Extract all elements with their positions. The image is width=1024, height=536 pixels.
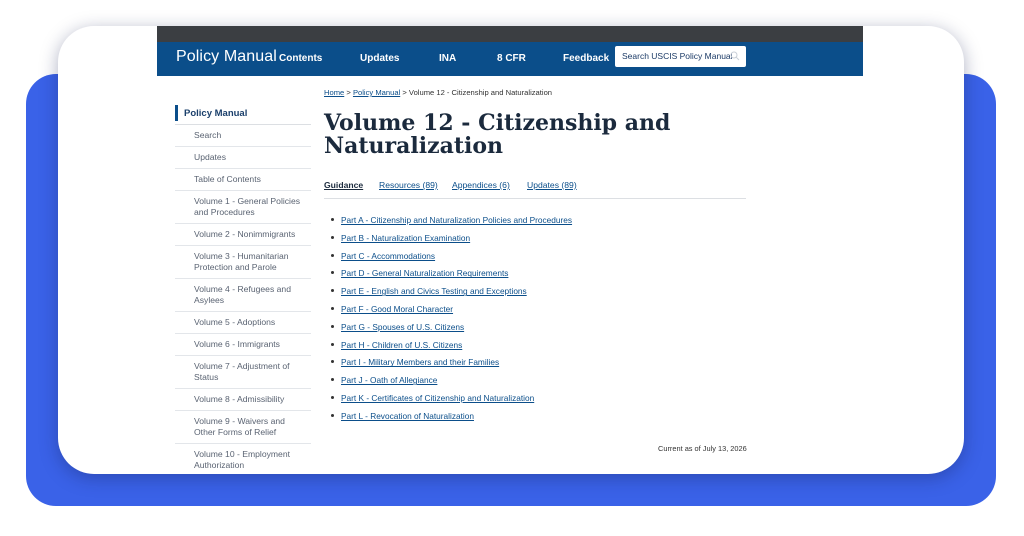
top-navigation: Policy Manual Contents Updates INA 8 CFR… (157, 42, 863, 76)
parts-list: Part A - Citizenship and Naturalization … (324, 215, 746, 429)
sidebar-item-volume-9[interactable]: Volume 9 - Waivers and Other Forms of Re… (175, 411, 311, 444)
part-link[interactable]: Part C - Accommodations (341, 251, 435, 261)
sidebar-item-volume-2[interactable]: Volume 2 - Nonimmigrants (175, 224, 311, 246)
bullet (331, 271, 334, 275)
content-tabs: Guidance Resources (89) Appendices (6) U… (324, 180, 746, 199)
nav-contents[interactable]: Contents (279, 53, 322, 64)
list-item: Part C - Accommodations (324, 251, 746, 269)
bullet (331, 360, 334, 364)
bullet (331, 218, 334, 221)
nav-ina[interactable]: INA (439, 53, 456, 64)
list-item: Part D - General Naturalization Requirem… (324, 268, 746, 286)
list-item: Part K - Certificates of Citizenship and… (324, 393, 746, 411)
breadcrumb-separator: > (402, 88, 407, 97)
bullet (331, 324, 334, 328)
sidebar-item-search[interactable]: Search (175, 125, 311, 147)
sidebar-item-volume-10[interactable]: Volume 10 - Employment Authorization (175, 444, 311, 474)
sidebar: Policy Manual Search Updates Table of Co… (175, 102, 311, 474)
current-as-of: Current as of July 13, 2026 (658, 444, 747, 453)
sidebar-item-volume-3[interactable]: Volume 3 - Humanitarian Protection and P… (175, 246, 311, 279)
nav-8cfr[interactable]: 8 CFR (497, 53, 526, 64)
bullet (331, 306, 334, 310)
list-item: Part F - Good Moral Character (324, 304, 746, 322)
part-link[interactable]: Part I - Military Members and their Fami… (341, 357, 499, 367)
sidebar-item-volume-6[interactable]: Volume 6 - Immigrants (175, 334, 311, 356)
part-link[interactable]: Part D - General Naturalization Requirem… (341, 268, 508, 278)
list-item: Part A - Citizenship and Naturalization … (324, 215, 746, 233)
search-placeholder: Search USCIS Policy Manual (622, 51, 733, 61)
part-link[interactable]: Part G - Spouses of U.S. Citizens (341, 322, 464, 332)
sidebar-heading[interactable]: Policy Manual (175, 102, 311, 125)
page-title: Volume 12 - Citizenship and Naturalizati… (324, 110, 671, 159)
main-content: Home > Policy Manual > Volume 12 - Citiz… (324, 88, 746, 429)
list-item: Part I - Military Members and their Fami… (324, 357, 746, 375)
sidebar-item-volume-5[interactable]: Volume 5 - Adoptions (175, 312, 311, 334)
list-item: Part B - Naturalization Examination (324, 233, 746, 251)
list-item: Part J - Oath of Allegiance (324, 375, 746, 393)
sidebar-heading-label: Policy Manual (184, 108, 248, 119)
bullet (331, 235, 334, 239)
part-link[interactable]: Part A - Citizenship and Naturalization … (341, 215, 572, 225)
browser-bar (157, 26, 863, 42)
bullet (331, 413, 334, 417)
breadcrumb-separator: > (346, 88, 351, 97)
part-link[interactable]: Part J - Oath of Allegiance (341, 375, 437, 385)
sidebar-item-volume-1[interactable]: Volume 1 - General Policies and Procedur… (175, 191, 311, 224)
breadcrumb: Home > Policy Manual > Volume 12 - Citiz… (324, 88, 746, 97)
brand-title[interactable]: Policy Manual (176, 48, 277, 66)
search-icon[interactable] (730, 51, 740, 61)
screenshot-card: Policy Manual Contents Updates INA 8 CFR… (58, 26, 964, 474)
part-link[interactable]: Part H - Children of U.S. Citizens (341, 340, 462, 350)
part-link[interactable]: Part L - Revocation of Naturalization (341, 411, 474, 421)
list-item: Part G - Spouses of U.S. Citizens (324, 322, 746, 340)
sidebar-item-volume-4[interactable]: Volume 4 - Refugees and Asylees (175, 279, 311, 312)
list-item: Part E - English and Civics Testing and … (324, 286, 746, 304)
list-item: Part L - Revocation of Naturalization (324, 411, 746, 429)
tab-guidance[interactable]: Guidance (324, 180, 363, 190)
breadcrumb-home[interactable]: Home (324, 88, 344, 97)
part-link[interactable]: Part F - Good Moral Character (341, 304, 453, 314)
tab-updates[interactable]: Updates (89) (527, 180, 577, 190)
bullet (331, 342, 334, 346)
sidebar-item-volume-8[interactable]: Volume 8 - Admissibility (175, 389, 311, 411)
part-link[interactable]: Part E - English and Civics Testing and … (341, 286, 527, 296)
sidebar-item-updates[interactable]: Updates (175, 147, 311, 169)
bullet (331, 253, 334, 257)
sidebar-item-table-of-contents[interactable]: Table of Contents (175, 169, 311, 191)
nav-feedback[interactable]: Feedback (563, 53, 609, 64)
breadcrumb-current: Volume 12 - Citizenship and Naturalizati… (408, 88, 553, 97)
nav-updates[interactable]: Updates (360, 53, 399, 64)
tab-appendices[interactable]: Appendices (6) (452, 180, 510, 190)
bullet (331, 289, 334, 293)
active-indicator (175, 105, 178, 121)
list-item: Part H - Children of U.S. Citizens (324, 340, 746, 358)
bullet (331, 378, 334, 382)
bullet (331, 395, 334, 399)
search-input[interactable]: Search USCIS Policy Manual (615, 46, 746, 67)
sidebar-item-volume-7[interactable]: Volume 7 - Adjustment of Status (175, 356, 311, 389)
part-link[interactable]: Part B - Naturalization Examination (341, 233, 470, 243)
breadcrumb-policy-manual[interactable]: Policy Manual (353, 88, 400, 97)
part-link[interactable]: Part K - Certificates of Citizenship and… (341, 393, 534, 403)
tab-resources[interactable]: Resources (89) (379, 180, 438, 190)
